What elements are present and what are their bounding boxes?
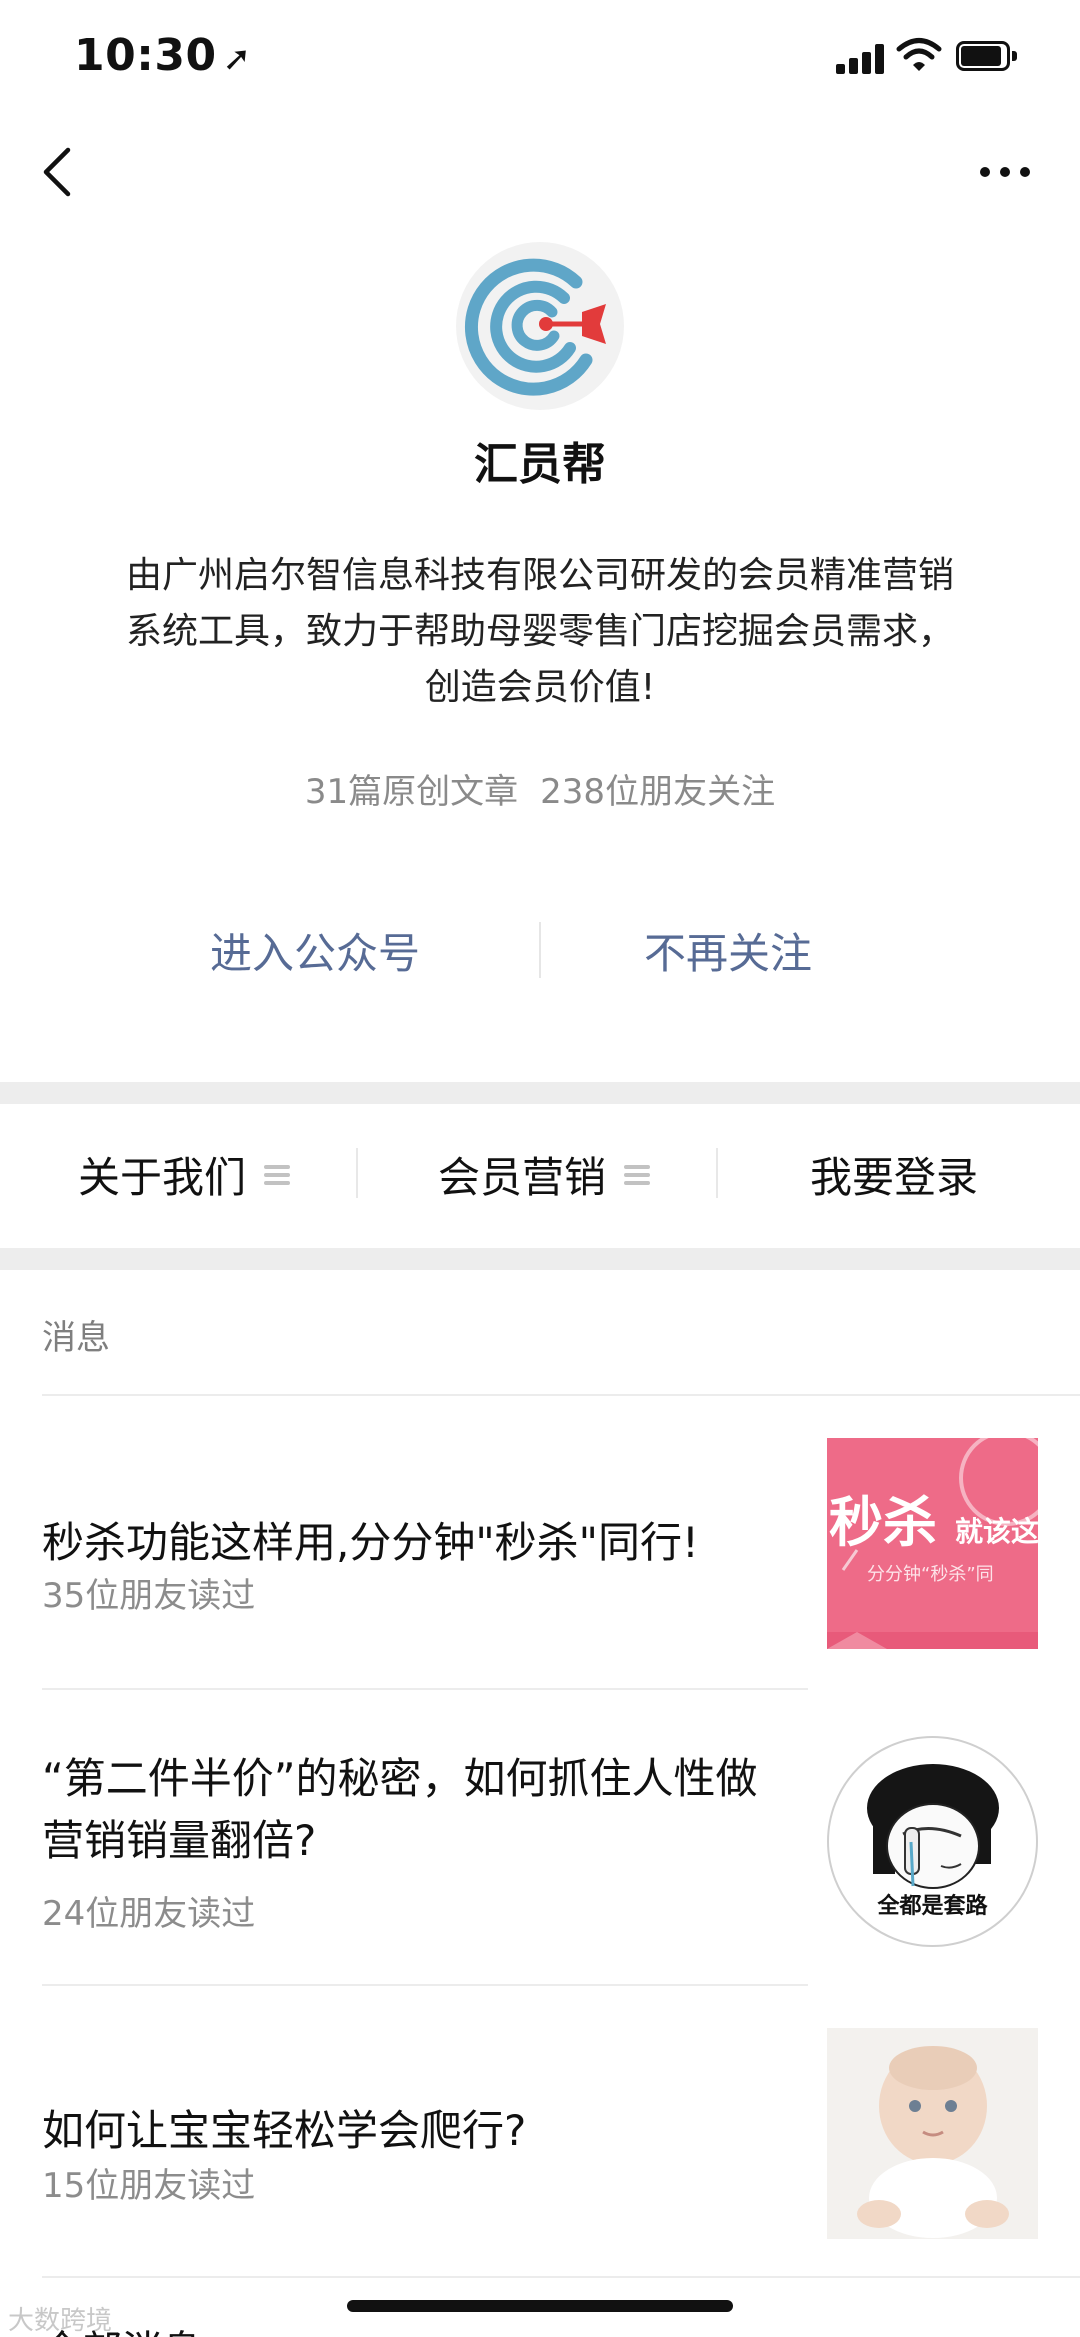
- signal-icon: [836, 44, 886, 74]
- article-item[interactable]: 如何让宝宝轻松学会爬行? 15位朋友读过: [0, 1986, 1080, 2276]
- menu-item-about-us[interactable]: 关于我们: [78, 1144, 291, 1205]
- thumb-text: 就该这: [955, 1515, 1038, 1548]
- article-thumbnail: [827, 2028, 1038, 2239]
- article-title: 如何让宝宝轻松学会爬行?: [42, 2106, 527, 2155]
- menu-lines-icon: [264, 1163, 291, 1187]
- article-title: “第二件半价”的秘密，如何抓住人性做营销销量翻倍?: [42, 1754, 758, 1865]
- messages-section-label: 消息: [42, 1318, 110, 1358]
- watermark: 大数跨境: [8, 2306, 113, 2336]
- battery-icon: [956, 41, 1018, 71]
- menu-divider: [716, 1148, 718, 1198]
- account-description: 由广州启尔智信息科技有限公司研发的会员精准营销系统工具，致力于帮助母婴零售门店挖…: [125, 555, 954, 708]
- action-divider: [539, 922, 541, 978]
- menu-item-label: 我要登录: [810, 1153, 979, 1202]
- menu-item-login[interactable]: 我要登录: [810, 1144, 978, 1205]
- article-title: 秒杀功能这样用,分分钟"秒杀"同行!: [42, 1518, 699, 1567]
- baby-photo-icon: [827, 2028, 1038, 2239]
- menu-item-member-marketing[interactable]: 会员营销: [438, 1144, 651, 1205]
- article-thumbnail: 全都是套路: [827, 1736, 1038, 1947]
- status-time: 10:30 ➚: [74, 30, 252, 81]
- separator: [42, 2276, 1080, 2278]
- menu-item-label: 会员营销: [438, 1153, 607, 1202]
- follower-count: 238位朋友关注: [540, 772, 776, 812]
- wifi-icon: [896, 38, 942, 71]
- location-arrow-icon: ➚: [222, 39, 252, 79]
- target-logo-icon: [464, 258, 606, 396]
- chevron-left-icon[interactable]: [40, 146, 74, 198]
- section-divider: [0, 1082, 1080, 1104]
- unfollow-button[interactable]: 不再关注: [644, 920, 812, 981]
- avatar: [456, 242, 624, 410]
- menu-item-label: 关于我们: [78, 1153, 247, 1202]
- thumb-text: 秒杀: [829, 1491, 937, 1554]
- enter-account-button[interactable]: 进入公众号: [210, 920, 420, 981]
- more-dots-icon[interactable]: [978, 160, 1032, 184]
- article-reads: 15位朋友读过: [42, 2166, 256, 2206]
- article-item[interactable]: “第二件半价”的秘密，如何抓住人性做营销销量翻倍? 24位朋友读过 全都是套路: [0, 1690, 1080, 1984]
- section-divider: [0, 1248, 1080, 1270]
- article-thumbnail: 秒杀 就该这 分分钟“秒杀”同: [827, 1438, 1038, 1649]
- article-count: 31篇原创文章: [304, 772, 519, 812]
- article-reads: 35位朋友读过: [42, 1576, 256, 1616]
- article-reads: 24位朋友读过: [42, 1894, 256, 1934]
- thumb-text: 分分钟“秒杀”同: [867, 1564, 994, 1585]
- account-name: 汇员帮: [474, 439, 606, 490]
- thumb-caption: 全都是套路: [877, 1894, 988, 1919]
- article-item[interactable]: 秒杀功能这样用,分分钟"秒杀"同行! 35位朋友读过 秒杀 就该这 分分钟“秒杀…: [0, 1396, 1080, 1688]
- menu-divider: [356, 1148, 358, 1198]
- home-indicator[interactable]: [347, 2300, 733, 2312]
- menu-lines-icon: [624, 1163, 651, 1187]
- account-stats: 31篇原创文章 238位朋友关注: [0, 764, 1080, 813]
